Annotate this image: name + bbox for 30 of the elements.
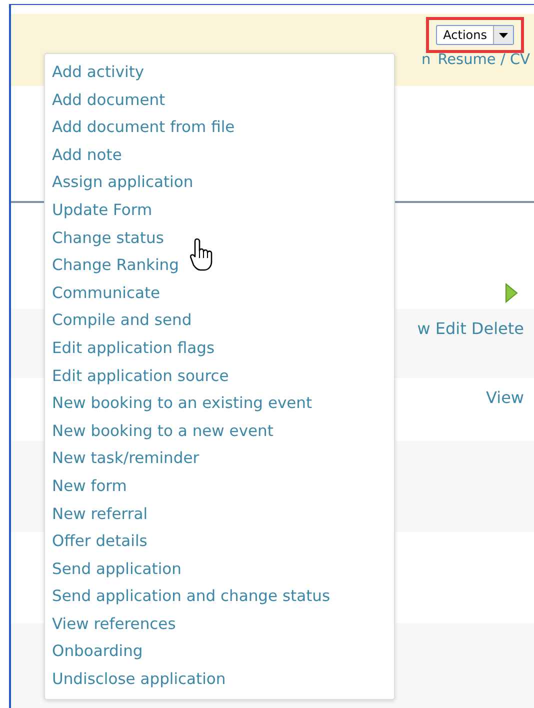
menu-item[interactable]: Edit application source [52, 362, 229, 390]
actions-button[interactable]: Actions [436, 25, 514, 45]
menu-item[interactable]: New task/reminder [52, 445, 200, 473]
menu-item[interactable]: Update Form [52, 196, 152, 225]
menu-item[interactable]: Send application and change status [52, 583, 330, 611]
play-icon[interactable] [505, 283, 518, 304]
menu-item[interactable]: Compile and send [52, 307, 192, 335]
menu-item[interactable]: New booking to a new event [52, 418, 274, 446]
header-link[interactable]: n [422, 50, 431, 72]
caret-icon [499, 32, 508, 38]
menu-item[interactable]: Add note [52, 142, 122, 170]
menu-item[interactable]: Add activity [52, 59, 144, 87]
menu-item[interactable]: Change status [52, 224, 164, 252]
menu-item[interactable]: New form [52, 472, 127, 500]
row-actions[interactable]: w Edit Delete [417, 317, 524, 378]
menu-item[interactable]: Add document from file [52, 114, 235, 142]
menu-item[interactable]: View references [52, 610, 176, 638]
menu-item[interactable]: Undisclose application [52, 666, 226, 694]
menu-item[interactable]: Send application [52, 556, 182, 584]
menu-item[interactable]: New booking to an existing event [52, 390, 312, 418]
menu-item[interactable]: Add document [52, 86, 166, 114]
menu-item[interactable]: Offer details [52, 528, 148, 556]
row-actions[interactable]: View [486, 386, 524, 442]
menu-item[interactable]: Communicate [52, 280, 160, 308]
menu-item[interactable]: Edit application flags [52, 334, 215, 363]
menu-item[interactable]: New referral [52, 500, 148, 528]
menu-item[interactable]: Onboarding [52, 638, 143, 666]
header-link[interactable]: Resume / CV [438, 50, 530, 72]
menu-item[interactable]: Change Ranking [52, 252, 179, 280]
menu-item[interactable]: Assign application [52, 169, 194, 197]
